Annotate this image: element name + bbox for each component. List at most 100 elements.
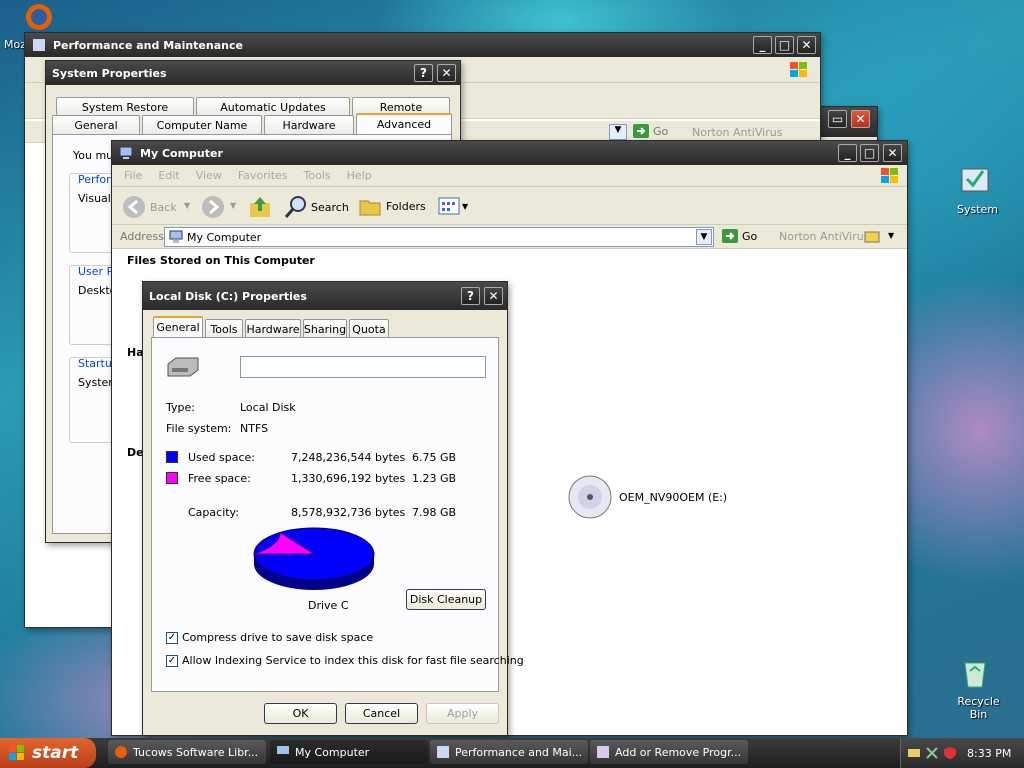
my-computer-icon xyxy=(277,746,289,754)
tab-general[interactable]: General xyxy=(52,115,140,134)
apply-button[interactable]: Apply xyxy=(426,703,499,724)
forward-dropdown-icon[interactable]: ▼ xyxy=(230,201,236,210)
back-arrow-icon xyxy=(123,196,145,218)
close-button[interactable]: ✕ xyxy=(797,36,816,54)
cd-drive-icon xyxy=(568,475,612,519)
go-arrow-icon xyxy=(722,229,738,243)
views-dropdown-icon: ▼ xyxy=(462,201,469,211)
menu-tools[interactable]: Tools xyxy=(304,169,331,182)
windows-logo-icon xyxy=(881,168,898,183)
menu-file[interactable]: File xyxy=(124,169,142,182)
my-computer-titlebar[interactable]: My Computer _ □ ✕ xyxy=(112,141,907,165)
minimize-button[interactable]: _ xyxy=(753,36,772,54)
norton-label[interactable]: Norton AntiVirus xyxy=(692,126,782,139)
used-space-bytes: 7,248,236,544 bytes xyxy=(291,451,406,464)
address-dropdown-button[interactable]: ▼ xyxy=(696,229,712,245)
norton-dropdown-icon[interactable]: ▼ xyxy=(888,231,894,240)
system-properties-titlebar[interactable]: System Properties ? ✕ xyxy=(46,61,460,85)
back-button[interactable]: Back xyxy=(122,195,177,219)
taskbar-item-add-remove[interactable]: Add or Remove Progr... xyxy=(590,740,748,764)
back-dropdown-icon[interactable]: ▼ xyxy=(184,201,190,210)
search-button[interactable]: Search xyxy=(284,195,349,219)
norton-label[interactable]: Norton AntiVirus xyxy=(779,230,869,243)
restore-button[interactable]: ▭ xyxy=(828,110,847,128)
maximize-button[interactable]: □ xyxy=(860,144,879,162)
norton-icon[interactable] xyxy=(864,229,880,245)
drive-e-label: OEM_NV90OEM (E:) xyxy=(619,490,728,504)
minimize-button[interactable]: _ xyxy=(838,144,857,162)
my-computer-small-icon xyxy=(169,230,183,243)
tab-automatic-updates[interactable]: Automatic Updates xyxy=(196,97,350,116)
help-button[interactable]: ? xyxy=(414,64,433,82)
network-icon[interactable] xyxy=(907,746,921,760)
menubar: File Edit View Favorites Tools Help xyxy=(112,165,907,187)
compress-checkbox[interactable]: ✓ Compress drive to save disk space xyxy=(166,631,373,644)
menu-help[interactable]: Help xyxy=(347,169,372,182)
close-button[interactable]: ✕ xyxy=(851,110,870,128)
taskbar-item-tucows[interactable]: Tucows Software Libr... xyxy=(108,740,266,764)
tab-advanced[interactable]: Advanced xyxy=(356,113,452,134)
tab-tools[interactable]: Tools xyxy=(205,319,243,338)
go-button[interactable]: Go xyxy=(722,229,757,243)
performance-titlebar[interactable]: Performance and Maintenance _ □ ✕ xyxy=(25,33,820,57)
taskbar-item-performance[interactable]: Performance and Mai... xyxy=(430,740,588,764)
go-button[interactable]: Go xyxy=(633,124,668,138)
close-button[interactable]: ✕ xyxy=(437,64,456,82)
volume-label-input[interactable] xyxy=(240,356,486,378)
firefox-icon xyxy=(115,746,127,758)
disk-cleanup-button[interactable]: Disk Cleanup xyxy=(406,589,486,610)
address-input[interactable]: My Computer ▼ xyxy=(164,227,714,247)
dialog-title: Local Disk (C:) Properties xyxy=(149,289,307,303)
ok-button[interactable]: OK xyxy=(264,703,337,724)
dialog-titlebar[interactable]: Local Disk (C:) Properties ? ✕ xyxy=(143,282,507,310)
recycle-bin-desktop-icon[interactable]: Recycle Bin xyxy=(940,655,1010,721)
taskbar-item-label: Tucows Software Libr... xyxy=(133,745,259,759)
section-files-stored: Files Stored on This Computer xyxy=(127,254,315,267)
tab-computer-name[interactable]: Computer Name xyxy=(142,115,262,134)
menu-favorites[interactable]: Favorites xyxy=(238,169,288,182)
tab-hardware[interactable]: Hardware xyxy=(264,115,354,134)
used-space-label: Used space: xyxy=(188,451,256,464)
menu-view[interactable]: View xyxy=(196,169,222,182)
control-panel-icon xyxy=(437,746,449,758)
tab-sharing[interactable]: Sharing xyxy=(303,319,347,338)
views-icon xyxy=(438,197,460,215)
taskbar-item-my-computer[interactable]: My Computer xyxy=(270,740,428,764)
address-value: My Computer xyxy=(187,230,262,244)
drive-e-item[interactable]: OEM_NV90OEM (E:) xyxy=(567,474,727,520)
tab-quota[interactable]: Quota xyxy=(349,319,389,338)
disk-usage-pie xyxy=(253,527,375,590)
indexing-check-icon: ✓ xyxy=(166,655,178,667)
views-button[interactable]: ▼ xyxy=(438,197,468,215)
search-label: Search xyxy=(311,200,349,214)
security-icon[interactable] xyxy=(925,746,939,760)
cancel-button[interactable]: Cancel xyxy=(345,703,418,724)
start-button[interactable]: start xyxy=(0,738,96,768)
menu-edit[interactable]: Edit xyxy=(158,169,179,182)
tab-general[interactable]: General xyxy=(153,316,203,337)
help-button[interactable]: ? xyxy=(461,287,480,305)
firefox-label: Moz xyxy=(4,38,26,51)
forward-arrow-icon[interactable] xyxy=(201,195,225,219)
up-folder-icon[interactable] xyxy=(248,195,272,219)
shield-icon[interactable] xyxy=(943,746,957,760)
address-label: Address xyxy=(120,230,164,243)
performance-title: Performance and Maintenance xyxy=(53,38,243,52)
compress-check-icon: ✓ xyxy=(166,632,178,644)
free-space-swatch xyxy=(166,472,178,484)
tab-system-restore[interactable]: System Restore xyxy=(56,97,194,116)
maximize-button[interactable]: □ xyxy=(775,36,794,54)
used-space-gb: 6.75 GB xyxy=(412,451,457,464)
close-button[interactable]: ✕ xyxy=(883,144,902,162)
general-panel: Type: Local Disk File system: NTFS Used … xyxy=(151,337,524,692)
tab-hardware[interactable]: Hardware xyxy=(245,319,301,338)
type-label: Type: xyxy=(166,401,195,414)
system-desktop-icon[interactable]: System xyxy=(945,165,1005,220)
folders-button[interactable]: Folders xyxy=(358,195,426,217)
recycle-bin-icon xyxy=(964,662,986,688)
indexing-checkbox[interactable]: ✓ Allow Indexing Service to index this di… xyxy=(166,654,524,667)
address-dropdown-button[interactable]: ▼ xyxy=(609,124,627,140)
system-properties-title: System Properties xyxy=(52,66,167,80)
indexing-label: Allow Indexing Service to index this dis… xyxy=(182,654,524,667)
close-button[interactable]: ✕ xyxy=(484,287,503,305)
